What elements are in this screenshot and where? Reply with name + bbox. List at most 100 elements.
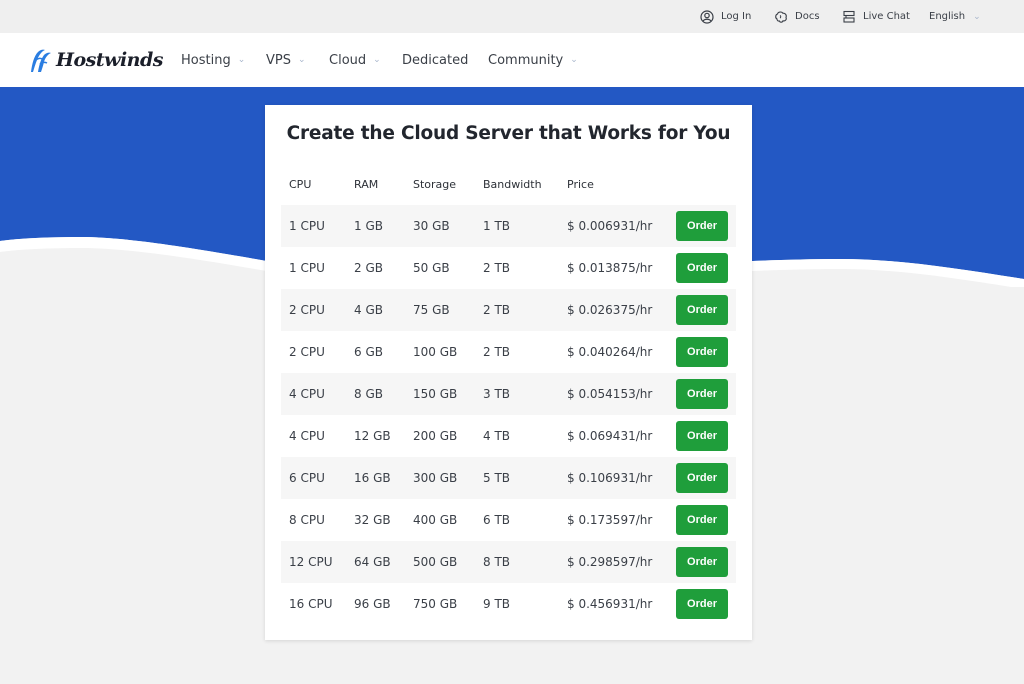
cpu-cell: 8 CPU — [289, 513, 325, 527]
ram-cell: 4 GB — [354, 303, 383, 317]
cpu-cell: 2 CPU — [289, 345, 325, 359]
order-button[interactable]: Order — [676, 379, 728, 409]
price-cell: $ 0.013875/hr — [567, 261, 653, 275]
login-label: Log In — [721, 11, 752, 22]
price-cell: $ 0.106931/hr — [567, 471, 653, 485]
pricing-row: 1 CPU 2 GB 50 GB 2 TB $ 0.013875/hr Order — [281, 247, 736, 289]
brain-icon — [775, 10, 787, 23]
nav-community[interactable]: Community ⌄ — [488, 33, 578, 87]
price-cell: $ 0.173597/hr — [567, 513, 653, 527]
storage-cell: 300 GB — [413, 471, 458, 485]
chevron-down-icon: ⌄ — [297, 55, 306, 65]
chat-icon — [843, 10, 855, 23]
live-chat-label: Live Chat — [863, 11, 910, 22]
live-chat-link[interactable]: Live Chat — [842, 0, 910, 33]
order-button[interactable]: Order — [676, 421, 728, 451]
price-cell: $ 0.040264/hr — [567, 345, 653, 359]
wind-logo-icon — [31, 49, 51, 72]
storage-cell: 500 GB — [413, 555, 458, 569]
ram-cell: 1 GB — [354, 219, 383, 233]
nav-cloud[interactable]: Cloud ⌄ — [329, 33, 381, 87]
storage-cell: 150 GB — [413, 387, 458, 401]
bandwidth-cell: 8 TB — [483, 555, 511, 569]
bandwidth-cell: 4 TB — [483, 429, 511, 443]
price-cell: $ 0.069431/hr — [567, 429, 653, 443]
bandwidth-cell: 3 TB — [483, 387, 511, 401]
nav-vps-label: VPS — [266, 52, 291, 68]
header-storage: Storage — [413, 178, 457, 191]
bandwidth-cell: 5 TB — [483, 471, 511, 485]
pricing-row: 16 CPU 96 GB 750 GB 9 TB $ 0.456931/hr Order — [281, 583, 736, 625]
chevron-down-icon: ⌄ — [570, 55, 578, 65]
pricing-card: Create the Cloud Server that Works for Y… — [265, 105, 752, 640]
pricing-row: 8 CPU 32 GB 400 GB 6 TB $ 0.173597/hr Order — [281, 499, 736, 541]
order-button[interactable]: Order — [676, 211, 728, 241]
nav-dedicated-label: Dedicated — [402, 52, 469, 68]
main-navbar: Hostwinds Hosting ⌄ VPS ⌄ Cloud ⌄ Dedica… — [0, 33, 1024, 87]
bandwidth-cell: 9 TB — [483, 597, 511, 611]
nav-dedicated[interactable]: Dedicated — [402, 33, 468, 87]
storage-cell: 30 GB — [413, 219, 450, 233]
hostwinds-logo[interactable]: Hostwinds — [28, 43, 163, 77]
bandwidth-cell: 2 TB — [483, 261, 511, 275]
order-button[interactable]: Order — [676, 253, 728, 283]
ram-cell: 8 GB — [354, 387, 383, 401]
pricing-row: 4 CPU 12 GB 200 GB 4 TB $ 0.069431/hr Order — [281, 415, 736, 457]
docs-link[interactable]: Docs — [774, 0, 820, 33]
bandwidth-cell: 1 TB — [483, 219, 511, 233]
pricing-row: 2 CPU 4 GB 75 GB 2 TB $ 0.026375/hr Order — [281, 289, 736, 331]
header-cpu: CPU — [289, 178, 312, 191]
cpu-cell: 1 CPU — [289, 261, 325, 275]
nav-cloud-label: Cloud — [329, 52, 367, 68]
pricing-row: 6 CPU 16 GB 300 GB 5 TB $ 0.106931/hr Order — [281, 457, 736, 499]
header-ram: RAM — [354, 178, 379, 191]
nav-hosting-label: Hosting — [181, 52, 231, 68]
price-cell: $ 0.026375/hr — [567, 303, 653, 317]
header-price: Price — [567, 178, 594, 191]
storage-cell: 75 GB — [413, 303, 450, 317]
storage-cell: 200 GB — [413, 429, 458, 443]
ram-cell: 16 GB — [354, 471, 391, 485]
pricing-title: Create the Cloud Server that Works for Y… — [286, 123, 731, 144]
chevron-down-icon: ⌄ — [237, 55, 246, 65]
order-button[interactable]: Order — [676, 295, 728, 325]
nav-vps[interactable]: VPS ⌄ — [266, 33, 306, 87]
chevron-down-icon: ⌄ — [973, 11, 981, 22]
utility-bar: Log In Docs Live Chat English ⌄ — [0, 0, 1024, 33]
ram-cell: 32 GB — [354, 513, 391, 527]
header-bandwidth: Bandwidth — [483, 178, 542, 191]
bandwidth-cell: 2 TB — [483, 303, 511, 317]
ram-cell: 6 GB — [354, 345, 383, 359]
cpu-cell: 6 CPU — [289, 471, 325, 485]
bandwidth-cell: 6 TB — [483, 513, 511, 527]
language-selector[interactable]: English ⌄ — [929, 0, 981, 33]
docs-label: Docs — [795, 11, 820, 22]
user-icon — [700, 9, 714, 24]
pricing-row: 2 CPU 6 GB 100 GB 2 TB $ 0.040264/hr Order — [281, 331, 736, 373]
order-button[interactable]: Order — [676, 505, 728, 535]
nav-hosting[interactable]: Hosting ⌄ — [181, 33, 245, 87]
cpu-cell: 12 CPU — [289, 555, 333, 569]
brand-name: Hostwinds — [56, 49, 163, 71]
cpu-cell: 2 CPU — [289, 303, 325, 317]
order-button[interactable]: Order — [676, 337, 728, 367]
language-label: English — [929, 11, 966, 22]
order-button[interactable]: Order — [676, 463, 728, 493]
cpu-cell: 4 CPU — [289, 387, 325, 401]
price-cell: $ 0.054153/hr — [567, 387, 653, 401]
pricing-row: 1 CPU 1 GB 30 GB 1 TB $ 0.006931/hr Order — [281, 205, 736, 247]
cpu-cell: 4 CPU — [289, 429, 325, 443]
login-link[interactable]: Log In — [700, 0, 751, 33]
pricing-row: 12 CPU 64 GB 500 GB 8 TB $ 0.298597/hr Order — [281, 541, 736, 583]
storage-cell: 750 GB — [413, 597, 458, 611]
order-button[interactable]: Order — [676, 589, 728, 619]
storage-cell: 50 GB — [413, 261, 450, 275]
ram-cell: 12 GB — [354, 429, 391, 443]
chevron-down-icon: ⌄ — [373, 55, 381, 65]
ram-cell: 96 GB — [354, 597, 391, 611]
ram-cell: 2 GB — [354, 261, 383, 275]
cpu-cell: 1 CPU — [289, 219, 325, 233]
cpu-cell: 16 CPU — [289, 597, 333, 611]
order-button[interactable]: Order — [676, 547, 728, 577]
storage-cell: 400 GB — [413, 513, 458, 527]
